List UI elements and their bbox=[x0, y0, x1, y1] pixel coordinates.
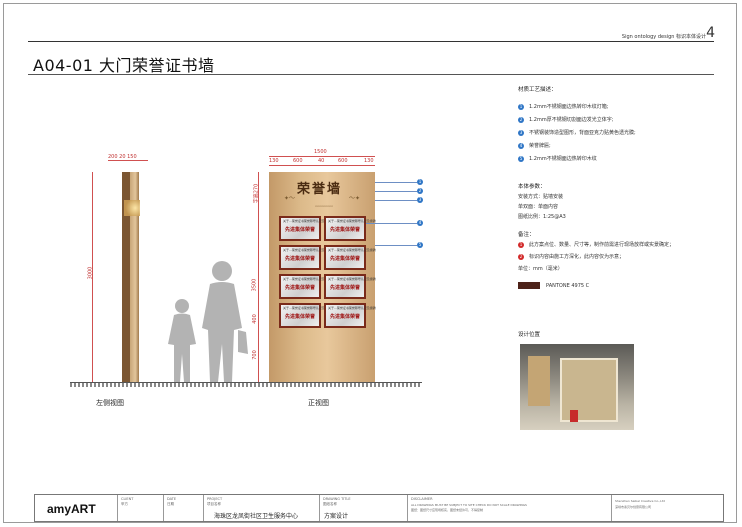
honor-plaque: 关于...荣誉证书荣誉称号认定及授牌 先进集体荣誉 bbox=[324, 245, 376, 270]
honor-plaque: 关于...荣誉证书荣誉称号认定及授牌 先进集体荣誉 bbox=[279, 216, 331, 241]
note-item: 1 此方案点位、数量、尺寸等，制作前需进行现场放样或实景确定； bbox=[518, 241, 675, 248]
title-rule bbox=[28, 74, 714, 75]
drawing-name: 方案设计 bbox=[324, 513, 349, 520]
page-number: 4 bbox=[706, 25, 715, 41]
honor-plaque: 关于...荣誉证书荣誉称号认定及授牌 先进集体荣誉 bbox=[279, 303, 331, 328]
front-dim-400: 400 bbox=[251, 314, 258, 324]
honor-plaque: 关于...荣誉证书荣誉称号认定及授牌 先进集体荣誉 bbox=[324, 303, 376, 328]
param-line: 图纸比例：1:25@A3 bbox=[518, 214, 566, 220]
params-heading: 本体参数： bbox=[518, 184, 546, 190]
disclaimer-cell: DISCLAIMER ALL DRAWINGS MUST BE SUBJECT … bbox=[407, 495, 612, 521]
date-cell: DATE 日期 bbox=[163, 495, 204, 521]
material-item: 4 荣誉牌匾; bbox=[518, 142, 551, 149]
title-block: amyART CLIENT 甲方 DATE 日期 PROJECT 项目名称 海珠… bbox=[34, 494, 724, 522]
front-view-caption: 正视图 bbox=[308, 399, 329, 407]
site-photo bbox=[520, 344, 634, 430]
front-height-dim-line bbox=[258, 172, 259, 382]
front-width-dim-line bbox=[269, 156, 375, 157]
param-line: 单双面：单面内容 bbox=[518, 204, 559, 210]
honor-plaque: 关于...荣誉证书荣誉称号认定及授牌 先进集体荣誉 bbox=[279, 274, 331, 299]
front-seg-2: 600 bbox=[293, 158, 303, 164]
photo-marker bbox=[570, 410, 578, 422]
ribbon-ornament-icon: ﹏﹏﹏ bbox=[315, 201, 334, 208]
company-logo: amyART bbox=[47, 502, 96, 516]
front-seg-4: 600 bbox=[338, 158, 348, 164]
ground-line bbox=[70, 382, 422, 387]
material-item: 2 1.2mm厚不锈钢切割面边发光立体字; bbox=[518, 116, 614, 123]
people-silhouette-icon bbox=[168, 261, 248, 382]
front-dim-total: 3500 bbox=[251, 278, 258, 292]
front-title: 荣誉墙 bbox=[297, 182, 343, 197]
header-subtitle: Sign ontology design 标识本体设计 bbox=[621, 34, 706, 40]
material-item: 5 1.2mm不锈钢面边热转印木纹 bbox=[518, 155, 597, 162]
photo-door bbox=[560, 358, 618, 422]
side-view-caption: 左侧视图 bbox=[96, 399, 124, 407]
side-top-dims: 200 20 150 bbox=[108, 154, 137, 160]
material-item: 3 不锈钢装饰造型图形，背面亚克力贴黄色透光膜; bbox=[518, 129, 636, 136]
client-cell: CLIENT 甲方 bbox=[117, 495, 164, 521]
param-line: 安装方式：贴墙安装 bbox=[518, 194, 564, 200]
company-cell: Shenzhen Saibel Creative Co.,Ltd 深圳市塞贝尔创… bbox=[611, 495, 724, 521]
front-seg-5: 130 bbox=[364, 158, 374, 164]
materials-heading: 材质工艺描述： bbox=[518, 87, 557, 93]
callout-marker: 4 bbox=[417, 220, 423, 226]
photo-label: 设计位置 bbox=[518, 332, 541, 338]
page-title: A04-01 大门荣誉证书墙 bbox=[33, 56, 215, 75]
project-name: 海珠区龙凤街社区卫生服务中心 bbox=[214, 513, 299, 520]
front-dim-text-height: 字高270 bbox=[253, 183, 260, 204]
bird-ornament-icon: ✦〜 bbox=[284, 195, 296, 202]
callout-marker: 5 bbox=[417, 242, 423, 248]
notes-heading: 备注： bbox=[518, 232, 535, 238]
callout-marker: 3 bbox=[417, 197, 423, 203]
honor-plaque: 关于...荣誉证书荣誉称号认定及授牌 先进集体荣誉 bbox=[324, 216, 376, 241]
bird-ornament-icon: 〜✦ bbox=[349, 195, 361, 202]
front-seg-1: 130 bbox=[269, 158, 279, 164]
honor-plaque: 关于...荣誉证书荣誉称号认定及授牌 先进集体荣誉 bbox=[279, 245, 331, 270]
header-rule bbox=[28, 41, 714, 42]
honor-plaque: 关于...荣誉证书荣誉称号认定及授牌 先进集体荣誉 bbox=[324, 274, 376, 299]
pantone-swatch bbox=[518, 282, 540, 289]
project-cell: PROJECT 项目名称 海珠区龙凤街社区卫生服务中心 bbox=[203, 495, 320, 521]
callout-leader bbox=[375, 191, 417, 192]
drawing-sheet: Sign ontology design 标识本体设计 4 A04-01 大门荣… bbox=[0, 0, 742, 527]
photo-wall bbox=[528, 356, 550, 406]
callout-leader bbox=[375, 182, 417, 183]
side-light-glow bbox=[124, 200, 140, 216]
drawing-title-cell: DRAWING TITLE 图纸名称 方案设计 bbox=[319, 495, 408, 521]
side-height-dim: 3000 bbox=[87, 266, 94, 280]
front-segment-dim-line bbox=[269, 165, 375, 166]
front-seg-3: 40 bbox=[318, 158, 325, 164]
callout-leader bbox=[375, 200, 417, 201]
callout-marker: 1 bbox=[417, 179, 423, 185]
front-dim-700: 700 bbox=[251, 350, 258, 360]
callout-marker: 2 bbox=[417, 188, 423, 194]
front-width-dim: 1500 bbox=[314, 149, 327, 155]
callout-leader bbox=[375, 245, 417, 246]
pantone-label: PANTONE 4975 C bbox=[546, 283, 590, 289]
callout-leader bbox=[366, 223, 417, 224]
side-top-dim-line bbox=[108, 160, 148, 161]
unit-note: 单位：mm（毫米） bbox=[518, 266, 563, 272]
material-item: 1 1.2mm不锈钢面边热转印木纹灯箱; bbox=[518, 103, 609, 110]
note-item: 2 标识内容由施工方深化，此内容仅为示意； bbox=[518, 253, 625, 260]
